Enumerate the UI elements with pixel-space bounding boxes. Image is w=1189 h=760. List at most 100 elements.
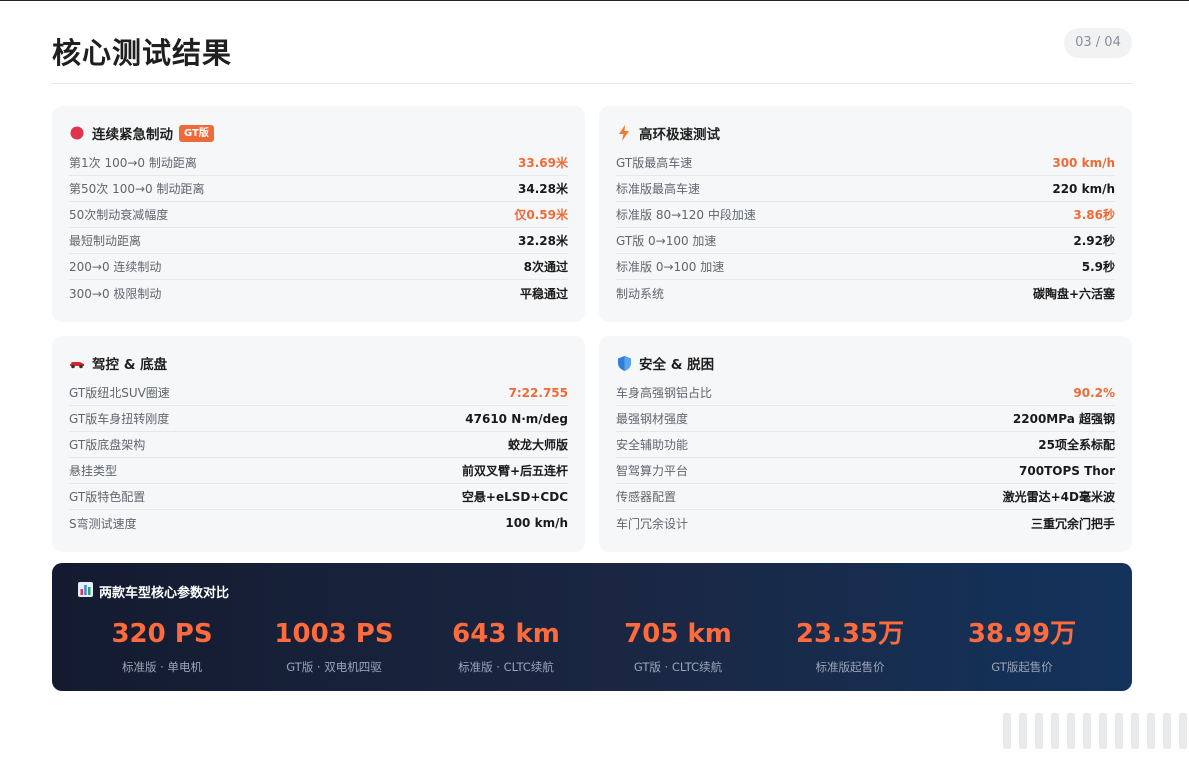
- spec-label: 第50次 100→0 制动距离: [69, 182, 205, 196]
- spec-row: 300→0 极限制动 平稳通过: [69, 280, 568, 306]
- card-title: 高环极速测试: [639, 127, 720, 143]
- spec-row: 200→0 连续制动 8次通过: [69, 254, 568, 280]
- spec-label: 安全辅助功能: [616, 438, 689, 452]
- spec-label: S弯测试速度: [69, 516, 137, 531]
- stat-label: 标准版起售价: [815, 660, 885, 674]
- watermark-bar: [1115, 713, 1123, 749]
- spec-label: GT版特色配置: [69, 490, 146, 504]
- spec-value: 5.9秒: [1081, 260, 1115, 274]
- spec-label: GT版最高车速: [616, 156, 693, 170]
- spec-row: 标准版最高车速 220 km/h: [616, 176, 1115, 202]
- spec-row: 第50次 100→0 制动距离 34.28米: [69, 176, 568, 202]
- card-header: 安全 & 脱困: [616, 350, 1115, 376]
- spec-label: GT版车身扭转刚度: [69, 412, 170, 426]
- stat-standard-range: 643 km 标准版 · CLTC续航: [420, 619, 592, 675]
- stat-standard-price: 23.35万 标准版起售价: [764, 619, 936, 675]
- watermark-bar: [1163, 713, 1171, 749]
- spec-row: 制动系统 碳陶盘+六活塞: [616, 280, 1115, 306]
- watermark-bar: [1003, 713, 1011, 749]
- spec-value: 32.28米: [518, 234, 568, 248]
- spec-value: 7:22.755: [508, 385, 568, 400]
- red-dot-icon: [69, 125, 85, 141]
- card-handling-chassis: 驾控 & 底盘 GT版纽北SUV圈速 7:22.755 GT版车身扭转刚度 47610…: [52, 336, 585, 552]
- stat-value: 643 km: [452, 619, 560, 649]
- lightning-icon: [616, 125, 632, 141]
- gt-tag-badge: GT版: [179, 124, 214, 142]
- spec-row: 安全辅助功能 25项全系标配: [616, 432, 1115, 458]
- stat-label: GT版 · CLTC续航: [633, 660, 723, 674]
- stat-label: 标准版 · CLTC续航: [458, 660, 554, 674]
- spec-list: 车身高强钢铝占比 90.2% 最强钢材强度 2200MPa 超强钢 安全辅助功能 25项全…: [616, 380, 1115, 536]
- stat-gt-range: 705 km GT版 · CLTC续航: [592, 619, 764, 675]
- spec-value: 300 km/h: [1052, 155, 1115, 170]
- spec-label: 车身高强钢铝占比: [616, 386, 713, 400]
- watermark-bar: [1067, 713, 1075, 749]
- stat-value: 705 km: [624, 619, 732, 649]
- card-safety: 安全 & 脱困 车身高强钢铝占比 90.2% 最强钢材强度 2200MPa 超强钢 安全…: [599, 336, 1132, 552]
- spec-value: 碳陶盘+六活塞: [1032, 286, 1115, 301]
- bar-chart-icon: [78, 582, 93, 601]
- spec-value: 激光雷达+4D毫米波: [1002, 490, 1115, 504]
- card-header: 连续紧急制动 GT版: [69, 120, 568, 146]
- watermark-bar: [1179, 713, 1187, 749]
- shield-icon: [616, 355, 632, 371]
- spec-value: 220 km/h: [1052, 181, 1115, 196]
- spec-row: S弯测试速度 100 km/h: [69, 510, 568, 536]
- spec-label: 300→0 极限制动: [69, 286, 162, 301]
- spec-label: GT版 0→100 加速: [616, 234, 717, 248]
- spec-value: 2.92秒: [1073, 234, 1115, 248]
- spec-row: 第1次 100→0 制动距离 33.69米: [69, 150, 568, 176]
- watermark-bar: [1099, 713, 1107, 749]
- banner-title: 两款车型核心参数对比: [99, 586, 230, 601]
- spec-row: GT版 0→100 加速 2.92秒: [616, 228, 1115, 254]
- spec-label: 智驾算力平台: [616, 464, 689, 478]
- comparison-banner: 两款车型核心参数对比 320 PS 标准版 · 单电机 1003 PS GT版 …: [52, 563, 1132, 691]
- spec-list: GT版最高车速 300 km/h 标准版最高车速 220 km/h 标准版 80→120…: [616, 150, 1115, 306]
- spec-row: 智驾算力平台 700TOPS Thor: [616, 458, 1115, 484]
- card-title: 安全 & 脱困: [639, 357, 715, 373]
- spec-value: 平稳通过: [519, 286, 568, 301]
- watermark-bar: [1035, 713, 1043, 749]
- spec-label: 车门冗余设计: [616, 516, 689, 531]
- spec-row: 悬挂类型 前双叉臂+后五连杆: [69, 458, 568, 484]
- card-header: 高环极速测试: [616, 120, 1115, 146]
- banner-header: 两款车型核心参数对比: [78, 582, 229, 601]
- card-header: 驾控 & 底盘: [69, 350, 568, 376]
- spec-value: 三重冗余门把手: [1030, 516, 1115, 531]
- spec-row: GT版纽北SUV圈速 7:22.755: [69, 380, 568, 406]
- stat-label: GT版起售价: [991, 660, 1053, 674]
- race-car-icon: [69, 355, 85, 371]
- spec-value: 蛟龙大师版: [507, 438, 568, 452]
- stat-standard-power: 320 PS 标准版 · 单电机: [76, 619, 248, 675]
- watermark-bar: [1019, 713, 1027, 749]
- card-title: 驾控 & 底盘: [92, 357, 168, 373]
- spec-value: 仅0.59米: [514, 208, 568, 222]
- spec-row: 标准版 80→120 中段加速 3.86秒: [616, 202, 1115, 228]
- spec-label: 最短制动距离: [69, 234, 142, 248]
- spec-value: 空悬+eLSD+CDC: [461, 490, 568, 504]
- spec-value: 34.28米: [518, 182, 568, 196]
- spec-row: GT版最高车速 300 km/h: [616, 150, 1115, 176]
- spec-row: 车门冗余设计 三重冗余门把手: [616, 510, 1115, 536]
- spec-value: 90.2%: [1073, 385, 1115, 400]
- spec-label: 第1次 100→0 制动距离: [69, 156, 197, 170]
- stat-gt-power: 1003 PS GT版 · 双电机四驱: [248, 619, 420, 675]
- spec-row: 传感器配置 激光雷达+4D毫米波: [616, 484, 1115, 510]
- spec-row: GT版特色配置 空悬+eLSD+CDC: [69, 484, 568, 510]
- page-counter: 03 / 04: [1064, 28, 1132, 58]
- spec-label: 200→0 连续制动: [69, 260, 162, 274]
- spec-value: 47610 N·m/deg: [465, 411, 568, 426]
- card-title: 连续紧急制动: [92, 127, 173, 143]
- spec-label: 50次制动衰减幅度: [69, 208, 169, 222]
- watermark-bar: [1083, 713, 1091, 749]
- spec-row: 最短制动距离 32.28米: [69, 228, 568, 254]
- spec-label: GT版底盘架构: [69, 438, 146, 452]
- spec-label: 制动系统: [616, 286, 665, 301]
- card-top-speed: 高环极速测试 GT版最高车速 300 km/h 标准版最高车速 220 km/h 标准版…: [599, 106, 1132, 322]
- spec-label: 标准版 80→120 中段加速: [616, 208, 756, 222]
- card-braking: 连续紧急制动 GT版 第1次 100→0 制动距离 33.69米 第50次 100→…: [52, 106, 585, 322]
- spec-value: 8次通过: [523, 260, 568, 274]
- spec-label: 传感器配置: [616, 490, 677, 504]
- spec-list: 第1次 100→0 制动距离 33.69米第50次 100→0 制动距离 34.28…: [69, 150, 568, 306]
- stat-label: GT版 · 双电机四驱: [286, 660, 382, 674]
